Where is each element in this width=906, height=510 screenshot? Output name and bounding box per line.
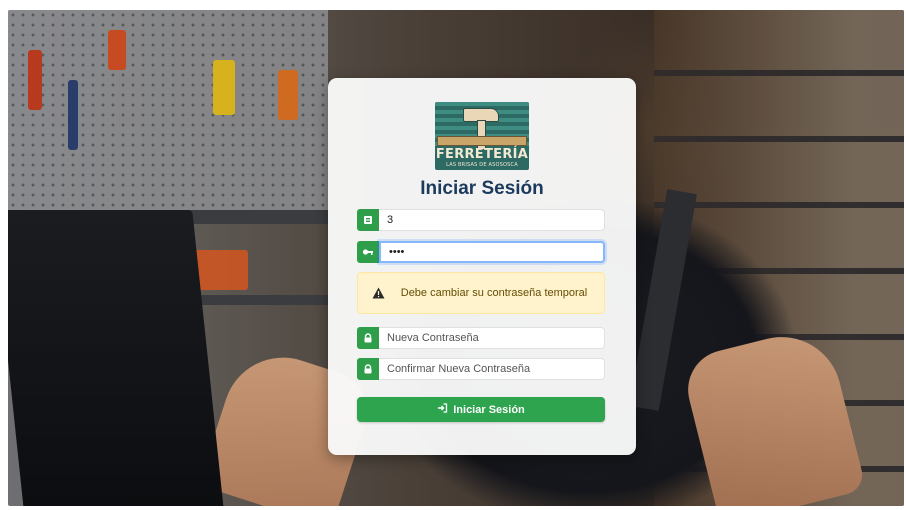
login-button-label: Iniciar Sesión bbox=[453, 403, 525, 416]
warning-triangle-icon bbox=[358, 287, 398, 299]
lock-icon bbox=[357, 358, 379, 380]
confirm-password-group bbox=[357, 358, 605, 380]
login-button[interactable]: Iniciar Sesión bbox=[357, 397, 605, 422]
tool-image bbox=[108, 30, 126, 70]
id-card-icon bbox=[357, 209, 379, 231]
new-password-group bbox=[357, 327, 605, 349]
lock-icon bbox=[357, 327, 379, 349]
sign-in-icon bbox=[437, 403, 448, 416]
password-input-group bbox=[357, 241, 605, 263]
logo-plank bbox=[437, 136, 527, 146]
tool-image bbox=[278, 70, 298, 120]
tool-image bbox=[68, 80, 78, 150]
user-input-group bbox=[357, 209, 605, 231]
new-password-field[interactable] bbox=[379, 327, 605, 349]
tool-image bbox=[28, 50, 42, 110]
alert-message: Debe cambiar su contraseña temporal bbox=[400, 287, 588, 299]
tool-image bbox=[213, 60, 235, 115]
login-card: FERRETERÍA LAS BRISAS DE ASOSOSCA Inicia… bbox=[328, 78, 636, 455]
page-title: Iniciar Sesión bbox=[420, 178, 544, 199]
confirm-password-field[interactable] bbox=[379, 358, 605, 380]
logo-brand: FERRETERÍA bbox=[435, 147, 529, 162]
store-logo: FERRETERÍA LAS BRISAS DE ASOSOSCA bbox=[435, 102, 529, 170]
password-change-alert: Debe cambiar su contraseña temporal bbox=[357, 272, 605, 314]
password-field[interactable] bbox=[379, 241, 605, 263]
key-icon bbox=[357, 241, 379, 263]
logo-tagline: LAS BRISAS DE ASOSOSCA bbox=[446, 162, 518, 168]
user-field[interactable] bbox=[379, 209, 605, 231]
monitor bbox=[8, 210, 224, 506]
